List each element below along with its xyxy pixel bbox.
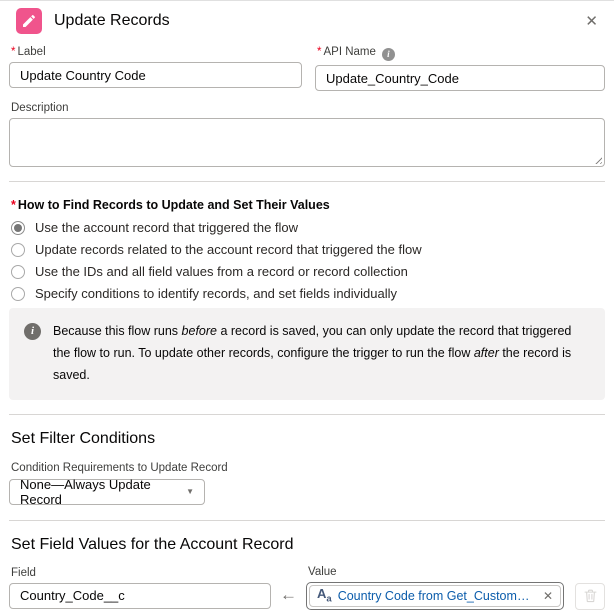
required-asterisk: * (317, 46, 322, 58)
remove-value-icon[interactable]: ✕ (543, 589, 553, 603)
update-records-icon (16, 8, 42, 34)
description-textarea[interactable] (9, 118, 605, 167)
api-name-field-label: * API Name i (317, 46, 603, 61)
banner-text: Because this flow runs (53, 324, 182, 338)
radio-button[interactable] (11, 286, 25, 301)
radio-button[interactable] (11, 264, 25, 279)
close-icon[interactable]: ✕ (585, 14, 598, 29)
divider (9, 181, 605, 182)
value-pill[interactable]: Aa Country Code from Get_Custom_metadata… (309, 584, 561, 607)
delete-row-button[interactable] (575, 582, 605, 610)
radio-option-ids-and-values[interactable]: Use the IDs and all field values from a … (11, 264, 603, 279)
value-combobox[interactable]: Aa Country Code from Get_Custom_metadata… (306, 581, 564, 610)
required-asterisk: * (11, 46, 16, 58)
divider (9, 413, 605, 415)
dialog-header: Update Records ✕ (0, 1, 614, 41)
radio-button[interactable] (11, 242, 25, 257)
radio-label: Specify conditions to identify records, … (35, 286, 398, 301)
radio-option-related-records[interactable]: Update records related to the account re… (11, 242, 603, 257)
dialog-title: Update Records (54, 12, 170, 29)
value-label: Value (308, 565, 337, 578)
radio-label: Use the IDs and all field values from a … (35, 264, 408, 279)
banner-text-italic: after (473, 345, 499, 360)
required-asterisk: * (11, 198, 16, 212)
radio-button-selected[interactable] (11, 220, 25, 235)
divider (9, 519, 605, 521)
radio-label: Update records related to the account re… (35, 242, 422, 257)
info-icon[interactable]: i (381, 48, 395, 61)
chevron-down-icon: ▼ (186, 487, 194, 497)
label-input[interactable] (9, 62, 302, 88)
field-label: Field (11, 566, 36, 579)
how-to-find-heading: * How to Find Records to Update and Set T… (11, 198, 330, 212)
field-input[interactable] (9, 582, 271, 609)
radio-option-specify-conditions[interactable]: Specify conditions to identify records, … (11, 286, 603, 301)
banner-text-italic: before (181, 324, 217, 338)
condition-requirements-label: Condition Requirements to Update Record (11, 461, 228, 474)
value-pill-text: Country Code from Get_Custom_metadata > … (337, 588, 535, 603)
filter-conditions-heading: Set Filter Conditions (11, 429, 156, 447)
pencil-icon (23, 15, 35, 27)
radio-label: Use the account record that triggered th… (35, 220, 299, 235)
info-banner: i Because this flow runs before a record… (9, 308, 605, 400)
label-field-label: * Label (11, 46, 46, 58)
trash-icon (584, 589, 596, 603)
update-records-dialog: Update Records ✕ *Label *API Namei Descr… (0, 0, 614, 610)
field-values-heading: Set Field Values for the Account Record (11, 535, 294, 553)
api-name-input[interactable] (315, 65, 605, 91)
radio-option-triggering-record[interactable]: Use the account record that triggered th… (11, 220, 603, 235)
condition-requirements-select[interactable]: None—Always Update Record ▼ (9, 476, 205, 507)
info-icon: i (24, 323, 41, 340)
left-arrow-icon: ← (280, 584, 297, 604)
text-type-icon: Aa (317, 586, 332, 605)
selected-option: None—Always Update Record (20, 476, 151, 507)
description-field-label: Description (11, 102, 69, 114)
